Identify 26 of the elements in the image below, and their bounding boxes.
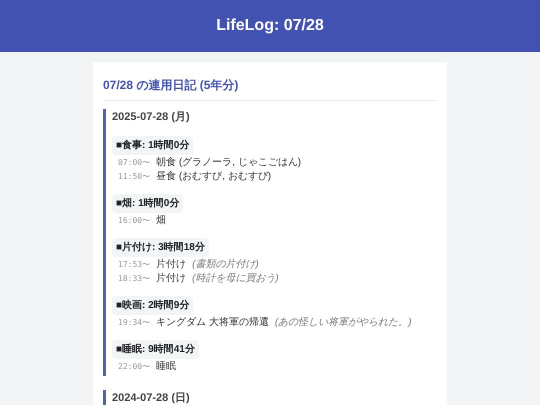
category-tag: ■映画: 2時間9分 <box>112 296 194 314</box>
day-heading: 2025-07-28 (月) <box>112 110 191 125</box>
entry-note: (書類の片付け) <box>192 258 259 272</box>
entry-text: 片付け <box>156 272 186 286</box>
entry-time: 11:50〜 <box>118 170 150 182</box>
entry-time: 22:00〜 <box>118 360 150 372</box>
entry-text: 畑 <box>156 214 166 228</box>
category-tag: ■畑: 1時間0分 <box>112 194 184 212</box>
entry-note: (時計を母に買おう) <box>192 272 279 286</box>
day-heading: 2024-07-28 (日) <box>112 390 191 405</box>
entry-text: 昼食 (おむすび, おむすび) <box>156 170 272 184</box>
entry-time: 19:34〜 <box>118 316 150 328</box>
category-tag: ■食事: 1時間0分 <box>112 136 194 154</box>
entry-time: 18:33〜 <box>118 272 150 284</box>
page-title: LifeLog: 07/28 <box>216 16 324 36</box>
entry-note: (あの怪しい将軍がやられた。) <box>274 316 412 330</box>
category-tag: ■睡眠: 9時間41分 <box>112 340 199 358</box>
entry-text: 片付け <box>156 258 186 272</box>
entry-text: 朝食 (グラノーラ, じゃこごはん) <box>156 156 302 170</box>
entry-text: キングダム 大将軍の帰還 <box>156 316 269 330</box>
card-title: 07/28 の連用日記 (5年分) <box>103 76 437 101</box>
entry-time: 17:53〜 <box>118 258 150 270</box>
entry-time: 07:00〜 <box>118 156 150 168</box>
entry-time: 16:00〜 <box>118 214 150 226</box>
category-tag: ■片付け: 3時間18分 <box>112 238 209 256</box>
entry-text: 睡眠 <box>156 360 176 374</box>
